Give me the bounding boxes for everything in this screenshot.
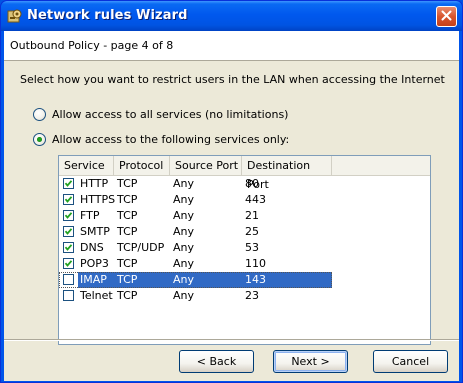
page-header: Outbound Policy - page 4 of 8: [4, 31, 459, 61]
button-separator: [4, 339, 459, 341]
cell-service: POP3: [80, 257, 109, 270]
service-checkbox[interactable]: [63, 274, 74, 285]
table-row[interactable]: DNS TCP/UDP Any 53: [59, 240, 430, 256]
cell-destination-port: 21: [245, 209, 259, 222]
cell-protocol: TCP: [117, 225, 138, 238]
cell-source-port: Any: [173, 289, 195, 302]
checkmark-icon: [64, 260, 73, 267]
service-checkbox[interactable]: [63, 226, 74, 237]
page-title: Outbound Policy - page 4 of 8: [10, 39, 174, 52]
service-checkbox[interactable]: [63, 242, 74, 253]
cell-protocol: TCP: [117, 193, 138, 206]
service-checkbox[interactable]: [63, 258, 74, 269]
cell-source-port: Any: [173, 273, 195, 286]
cancel-button[interactable]: Cancel: [373, 350, 448, 373]
cell-service: Telnet: [80, 289, 113, 302]
cell-source-port: Any: [173, 241, 195, 254]
cell-protocol: TCP: [117, 209, 138, 222]
table-row[interactable]: Telnet TCP Any 23: [59, 288, 430, 304]
radio-allow-all[interactable]: Allow access to all services (no limitat…: [33, 106, 288, 122]
cell-destination-port: 80: [245, 177, 259, 190]
radio-allow-selected[interactable]: Allow access to the following services o…: [33, 131, 289, 147]
cell-service: IMAP: [80, 273, 107, 286]
cell-service: HTTPS: [80, 193, 116, 206]
column-header-source-port[interactable]: Source Port: [170, 156, 242, 175]
cell-source-port: Any: [173, 177, 195, 190]
cell-service: FTP: [80, 209, 100, 222]
radio-allow-selected-indicator[interactable]: [33, 132, 46, 146]
title-bar[interactable]: Network rules Wizard: [1, 1, 462, 31]
wizard-window: Network rules Wizard Outbound Policy - p…: [0, 0, 463, 383]
service-checkbox[interactable]: [63, 210, 74, 221]
cell-service: HTTP: [80, 177, 109, 190]
cell-destination-port: 443: [245, 193, 266, 206]
dialog-body: Outbound Policy - page 4 of 8 Select how…: [4, 31, 459, 381]
cell-protocol: TCP: [117, 177, 138, 190]
cell-protocol: TCP: [117, 257, 138, 270]
radio-allow-selected-label[interactable]: Allow access to the following services o…: [52, 133, 289, 146]
cell-service: DNS: [80, 241, 104, 254]
checkmark-icon: [64, 180, 73, 187]
column-header-service[interactable]: Service: [59, 156, 114, 175]
table-row[interactable]: HTTP TCP Any 80: [59, 176, 430, 192]
cell-source-port: Any: [173, 209, 195, 222]
cell-protocol: TCP/UDP: [117, 241, 165, 254]
radio-allow-all-indicator[interactable]: [33, 107, 46, 121]
checkmark-icon: [64, 196, 73, 203]
service-checkbox[interactable]: [63, 178, 74, 189]
cell-destination-port: 23: [245, 289, 259, 302]
services-list[interactable]: Service Protocol Source Port Destination…: [58, 155, 431, 345]
cell-service: SMTP: [80, 225, 110, 238]
cell-source-port: Any: [173, 193, 195, 206]
wizard-gear-icon: [7, 8, 23, 24]
cell-destination-port: 110: [245, 257, 266, 270]
cell-destination-port: 25: [245, 225, 259, 238]
column-header-protocol[interactable]: Protocol: [114, 156, 170, 175]
table-row[interactable]: FTP TCP Any 21: [59, 208, 430, 224]
window-title: Network rules Wizard: [27, 8, 188, 23]
cell-destination-port: 143: [245, 273, 266, 286]
checkmark-icon: [64, 212, 73, 219]
table-row[interactable]: SMTP TCP Any 25: [59, 224, 430, 240]
services-list-header: Service Protocol Source Port Destination…: [59, 156, 430, 191]
cell-destination-port: 53: [245, 241, 259, 254]
next-button[interactable]: Next >: [273, 350, 348, 373]
close-x-icon: [441, 10, 452, 24]
service-checkbox[interactable]: [63, 194, 74, 205]
cell-source-port: Any: [173, 257, 195, 270]
cell-protocol: TCP: [117, 289, 138, 302]
service-checkbox[interactable]: [63, 290, 74, 301]
table-row[interactable]: HTTPS TCP Any 443: [59, 192, 430, 208]
cell-source-port: Any: [173, 225, 195, 238]
close-button[interactable]: [436, 6, 457, 27]
instruction-text: Select how you want to restrict users in…: [20, 73, 445, 86]
table-row[interactable]: IMAP TCP Any 143: [59, 272, 430, 288]
checkmark-icon: [64, 228, 73, 235]
checkmark-icon: [64, 244, 73, 251]
radio-allow-all-label[interactable]: Allow access to all services (no limitat…: [52, 108, 288, 121]
cell-protocol: TCP: [117, 273, 138, 286]
table-row[interactable]: POP3 TCP Any 110: [59, 256, 430, 272]
column-header-destination-port[interactable]: Destination Port: [242, 156, 332, 191]
back-button[interactable]: < Back: [179, 350, 254, 373]
